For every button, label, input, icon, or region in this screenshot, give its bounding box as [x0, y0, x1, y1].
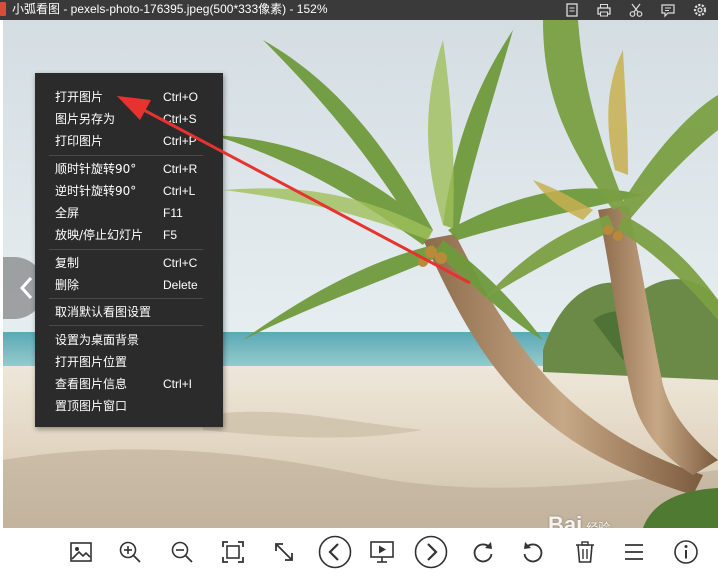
menu-item-label: 打印图片 — [55, 134, 104, 148]
previous-icon[interactable] — [318, 535, 352, 569]
menu-item-cancel-default-viewer[interactable]: 取消默认看图设置 — [35, 301, 223, 323]
menu-separator — [49, 249, 203, 250]
rotate-clockwise-icon[interactable] — [469, 538, 497, 566]
title-actions — [564, 0, 708, 20]
menu-item-shortcut: F11 — [163, 206, 183, 220]
chevron-left-icon — [19, 276, 33, 300]
scissors-icon[interactable] — [628, 2, 644, 18]
actual-size-icon[interactable] — [270, 538, 298, 566]
zoom-in-icon[interactable] — [116, 538, 144, 566]
menu-item-label: 复制 — [55, 256, 80, 270]
menu-item-image-info[interactable]: 查看图片信息 Ctrl+I — [35, 373, 223, 395]
image-icon[interactable] — [67, 538, 95, 566]
menu-item-fullscreen[interactable]: 全屏 F11 — [35, 202, 223, 224]
menu-item-label: 置顶图片窗口 — [55, 399, 128, 413]
menu-item-label: 打开图片位置 — [55, 355, 128, 369]
slideshow-icon[interactable] — [368, 538, 396, 566]
menu-item-shortcut: Delete — [163, 278, 198, 292]
menu-item-shortcut: Ctrl+C — [163, 256, 198, 270]
menu-item-label: 打开图片 — [55, 90, 104, 104]
menu-item-label: 取消默认看图设置 — [55, 305, 152, 319]
menu-item-label: 图片另存为 — [55, 112, 116, 126]
menu-item-label: 查看图片信息 — [55, 377, 128, 391]
menu-item-label: 放映/停止幻灯片 — [55, 228, 144, 242]
menu-item-shortcut: Ctrl+S — [163, 112, 197, 126]
menu-item-pin-window[interactable]: 置顶图片窗口 — [35, 395, 223, 417]
zoom-out-icon[interactable] — [168, 538, 196, 566]
print-icon[interactable] — [596, 2, 612, 18]
menu-item-slideshow[interactable]: 放映/停止幻灯片 F5 — [35, 224, 223, 246]
menu-item-open-image[interactable]: 打开图片 Ctrl+O — [35, 86, 223, 108]
info-icon[interactable] — [672, 538, 700, 566]
window-title: 小弧看图 - pexels-photo-176395.jpeg(500*333像… — [12, 2, 328, 16]
context-menu: 打开图片 Ctrl+O 图片另存为 Ctrl+S 打印图片 Ctrl+P 顺时针… — [35, 73, 223, 427]
menu-item-shortcut: Ctrl+I — [163, 377, 193, 391]
title-bar: 小弧看图 - pexels-photo-176395.jpeg(500*333像… — [0, 0, 718, 20]
app-icon — [0, 2, 6, 16]
fit-screen-icon[interactable] — [219, 538, 247, 566]
menu-separator — [49, 298, 203, 299]
menu-item-label: 全屏 — [55, 206, 80, 220]
menu-item-shortcut: F5 — [163, 228, 178, 242]
settings-icon[interactable] — [692, 2, 708, 18]
menu-separator — [49, 325, 203, 326]
menu-item-print[interactable]: 打印图片 Ctrl+P — [35, 130, 223, 152]
delete-icon[interactable] — [571, 538, 599, 566]
menu-icon[interactable] — [620, 538, 648, 566]
menu-item-label: 设置为桌面背景 — [55, 333, 140, 347]
menu-item-label: 删除 — [55, 278, 80, 292]
menu-item-shortcut: Ctrl+P — [163, 134, 197, 148]
menu-item-shortcut: Ctrl+L — [163, 184, 196, 198]
feedback-icon[interactable] — [660, 2, 676, 18]
menu-separator — [49, 155, 203, 156]
menu-item-label: 顺时针旋转90° — [55, 162, 137, 176]
menu-item-copy[interactable]: 复制 Ctrl+C — [35, 252, 223, 274]
menu-item-save-as[interactable]: 图片另存为 Ctrl+S — [35, 108, 223, 130]
menu-item-delete[interactable]: 删除 Delete — [35, 274, 223, 296]
menu-item-shortcut: Ctrl+O — [163, 90, 199, 104]
menu-item-rotate-ccw[interactable]: 逆时针旋转90° Ctrl+L — [35, 180, 223, 202]
crop-icon[interactable] — [564, 2, 580, 18]
rotate-counterclockwise-icon[interactable] — [519, 538, 547, 566]
menu-item-set-wallpaper[interactable]: 设置为桌面背景 — [35, 329, 223, 351]
menu-item-rotate-cw[interactable]: 顺时针旋转90° Ctrl+R — [35, 158, 223, 180]
next-icon[interactable] — [414, 535, 448, 569]
menu-item-label: 逆时针旋转90° — [55, 184, 137, 198]
bottom-toolbar — [0, 528, 718, 575]
menu-item-shortcut: Ctrl+R — [163, 162, 198, 176]
menu-item-open-location[interactable]: 打开图片位置 — [35, 351, 223, 373]
